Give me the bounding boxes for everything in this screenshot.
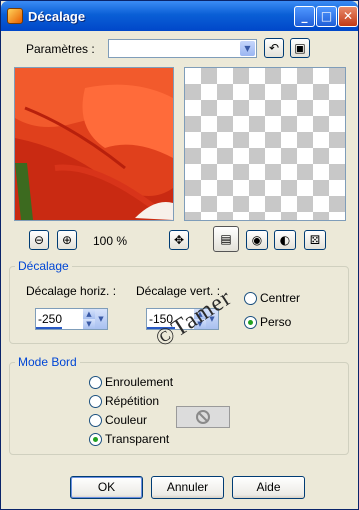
horizontal-offset-field[interactable]: -250 ▲ ▼ ▼ xyxy=(35,308,108,330)
horizontal-offset-slider[interactable] xyxy=(36,327,62,329)
maximize-button[interactable]: □ xyxy=(316,6,337,27)
close-button[interactable]: ✕ xyxy=(338,6,358,27)
randomize-button[interactable]: ⚄ xyxy=(304,230,326,250)
dice-icon: ⚄ xyxy=(309,233,321,247)
spin-up-icon[interactable]: ▲ xyxy=(83,309,95,319)
eye-icon: ◐ xyxy=(279,233,291,247)
reset-button[interactable]: ↶ xyxy=(264,38,284,58)
zoom-out-icon: ⊖ xyxy=(33,233,45,247)
radio-perso-label[interactable]: Perso xyxy=(260,315,291,329)
source-preview[interactable] xyxy=(14,67,174,221)
eye-button[interactable]: ◐ xyxy=(274,230,296,250)
radio-repetition-label[interactable]: Répétition xyxy=(105,394,159,408)
offset-dialog: Décalage _ □ ✕ Paramètres : ▼ ↶ ▣ ⊖ ⊕ 10… xyxy=(0,0,359,510)
pan-button[interactable]: ✥ xyxy=(169,230,189,250)
edge-color-swatch[interactable] xyxy=(176,406,230,428)
radio-perso[interactable] xyxy=(244,316,257,329)
edge-mode-group-title: Mode Bord xyxy=(15,355,80,369)
spin-down-icon[interactable]: ▼ xyxy=(83,319,95,329)
horizontal-offset-value: -250 xyxy=(38,312,63,326)
no-color-icon xyxy=(196,410,210,424)
radio-transparent[interactable] xyxy=(89,433,102,446)
radio-centrer-label[interactable]: Centrer xyxy=(260,291,300,305)
radio-transparent-label[interactable]: Transparent xyxy=(105,432,169,446)
app-icon xyxy=(7,8,23,24)
params-combo[interactable]: ▼ xyxy=(108,39,257,58)
radio-couleur-label[interactable]: Couleur xyxy=(105,413,147,427)
zoom-in-icon: ⊕ xyxy=(61,233,73,247)
preview-toggle-button[interactable]: ▤ xyxy=(213,226,239,252)
title-bar[interactable]: Décalage _ □ ✕ xyxy=(1,1,358,31)
zoom-in-button[interactable]: ⊕ xyxy=(57,230,77,250)
radio-couleur[interactable] xyxy=(89,414,102,427)
chevron-down-icon[interactable]: ▼ xyxy=(240,41,255,56)
preview-window-icon: ▤ xyxy=(220,232,232,246)
save-preset-button[interactable]: ▣ xyxy=(290,38,310,58)
minimize-button[interactable]: _ xyxy=(294,6,315,27)
help-button[interactable]: Aide xyxy=(232,476,305,499)
result-preview[interactable] xyxy=(184,67,346,221)
poppy-photo xyxy=(15,68,173,220)
horizontal-offset-label: Décalage horiz. : xyxy=(26,284,117,298)
horizontal-spinner[interactable]: ▲ ▼ ▼ xyxy=(83,309,107,329)
cancel-button[interactable]: Annuler xyxy=(151,476,224,499)
radio-centrer[interactable] xyxy=(244,292,257,305)
ok-button[interactable]: OK xyxy=(70,476,143,499)
params-label: Paramètres : xyxy=(26,42,95,56)
save-icon: ▣ xyxy=(294,41,306,55)
eye-lock-icon: ◉ xyxy=(251,233,263,247)
move-icon: ✥ xyxy=(173,233,185,247)
undo-arrow-icon: ↶ xyxy=(268,41,280,55)
eye-lock-button[interactable]: ◉ xyxy=(246,230,268,250)
zoom-out-button[interactable]: ⊖ xyxy=(29,230,49,250)
radio-repetition[interactable] xyxy=(89,395,102,408)
radio-enroulement-label[interactable]: Enroulement xyxy=(105,375,173,389)
radio-enroulement[interactable] xyxy=(89,376,102,389)
zoom-level: 100 % xyxy=(93,234,128,248)
window-title: Décalage xyxy=(28,9,86,24)
chevron-down-icon[interactable]: ▼ xyxy=(95,309,107,329)
offset-group-title: Décalage xyxy=(15,259,72,273)
